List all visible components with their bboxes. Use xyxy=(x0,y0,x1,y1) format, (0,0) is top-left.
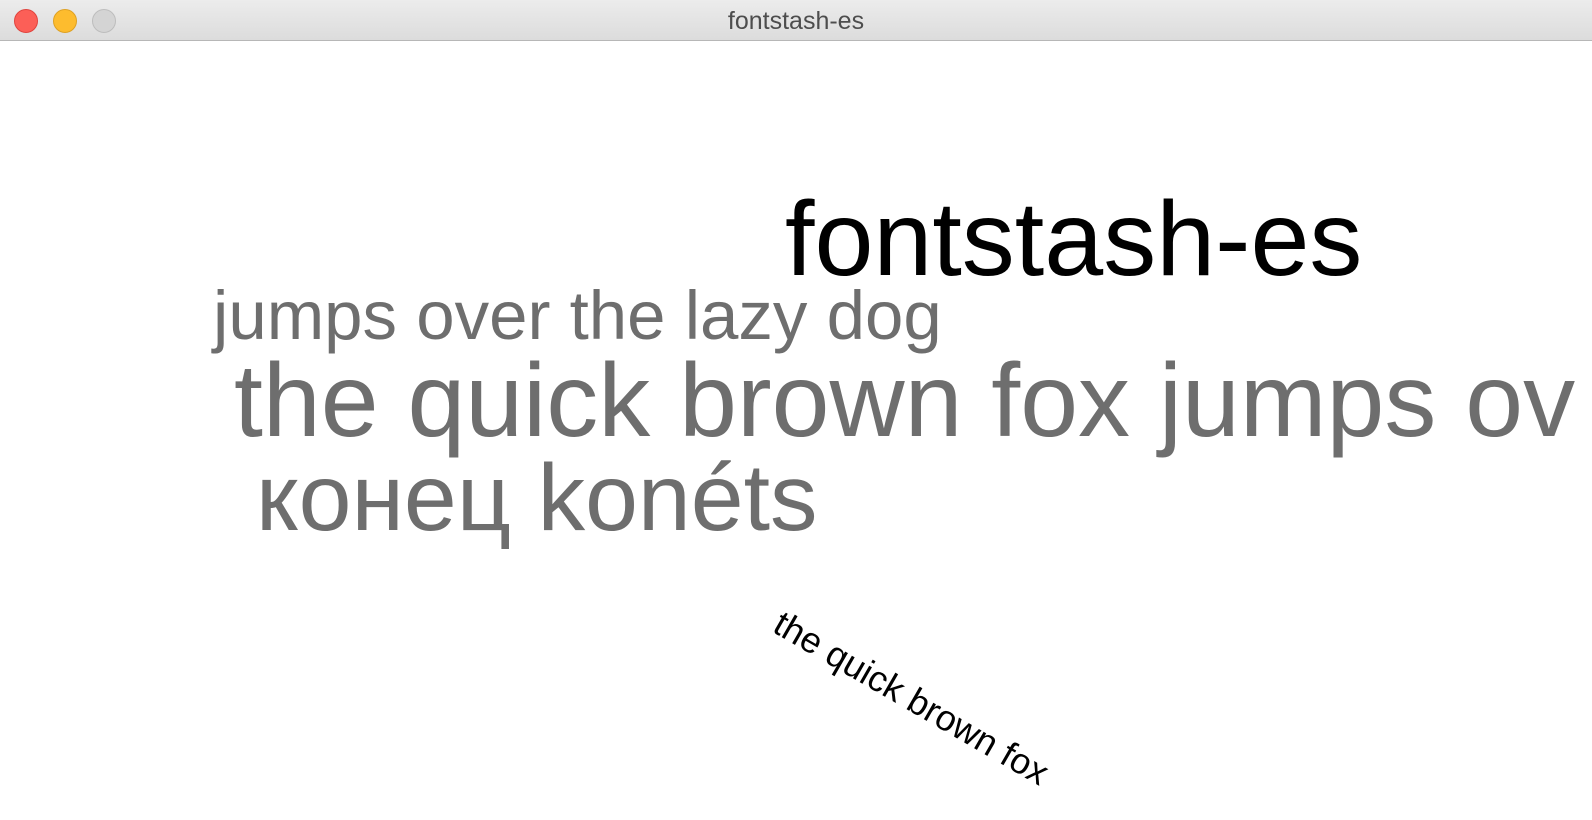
render-canvas: fontstash-es jumps over the lazy dog the… xyxy=(0,41,1592,820)
window-title: fontstash-es xyxy=(727,7,865,35)
rotated-sample-text: the quick brown fox xyxy=(767,602,1057,793)
app-window: fontstash-es fontstash-es jumps over the… xyxy=(0,0,1592,820)
sample-text-line-2: the quick brown fox jumps ov xyxy=(234,343,1576,459)
sample-text-line-3: конец konéts xyxy=(256,445,818,551)
title-bar[interactable]: fontstash-es xyxy=(0,0,1592,41)
sample-text-line-1: jumps over the lazy dog xyxy=(213,277,942,354)
